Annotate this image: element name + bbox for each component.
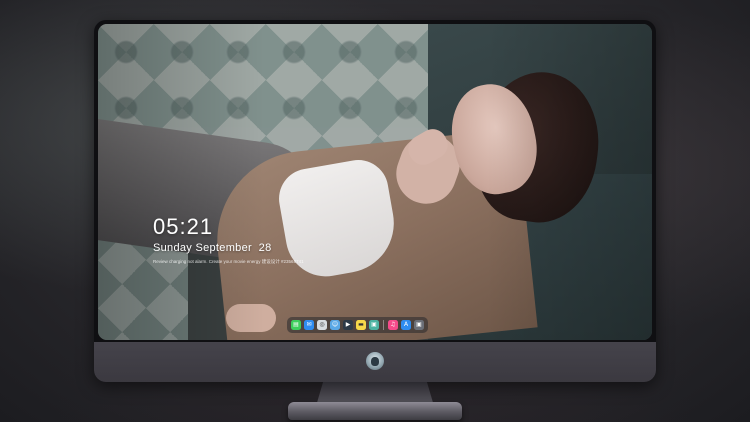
lock-screen-clock: 05:21	[153, 214, 214, 239]
lock-screen[interactable]: 05:21 Sunday September 28 Review chargin…	[98, 24, 652, 340]
monitor-chin	[94, 342, 656, 382]
finder-icon[interactable]: ☺	[330, 320, 340, 330]
monitor-stand-base	[288, 402, 462, 420]
lock-screen-status-line: Review charging not alarm. Create your m…	[153, 259, 304, 264]
music-icon[interactable]: ♫	[388, 320, 398, 330]
video-editor-icon[interactable]: ▶	[343, 320, 353, 330]
messages-icon[interactable]: ▤	[291, 320, 301, 330]
mail-icon[interactable]: ✉	[304, 320, 314, 330]
photo-app-icon[interactable]: ▣	[369, 320, 379, 330]
safari-icon[interactable]: ◎	[317, 320, 327, 330]
app-store-icon[interactable]: A	[401, 320, 411, 330]
notes-icon[interactable]: ▬	[356, 320, 366, 330]
camera-icon[interactable]: ▣	[414, 320, 424, 330]
monitor: 05:21 Sunday September 28 Review chargin…	[94, 20, 656, 382]
dock-separator	[383, 320, 384, 330]
dock: ▤ ✉ ◎ ☺ ▶ ▬ ▣ ♫ A ▣	[287, 317, 428, 333]
lock-screen-date: Sunday September 28	[153, 242, 272, 254]
wallpaper-vignette	[98, 24, 652, 340]
helmet-logo-icon	[366, 352, 384, 370]
